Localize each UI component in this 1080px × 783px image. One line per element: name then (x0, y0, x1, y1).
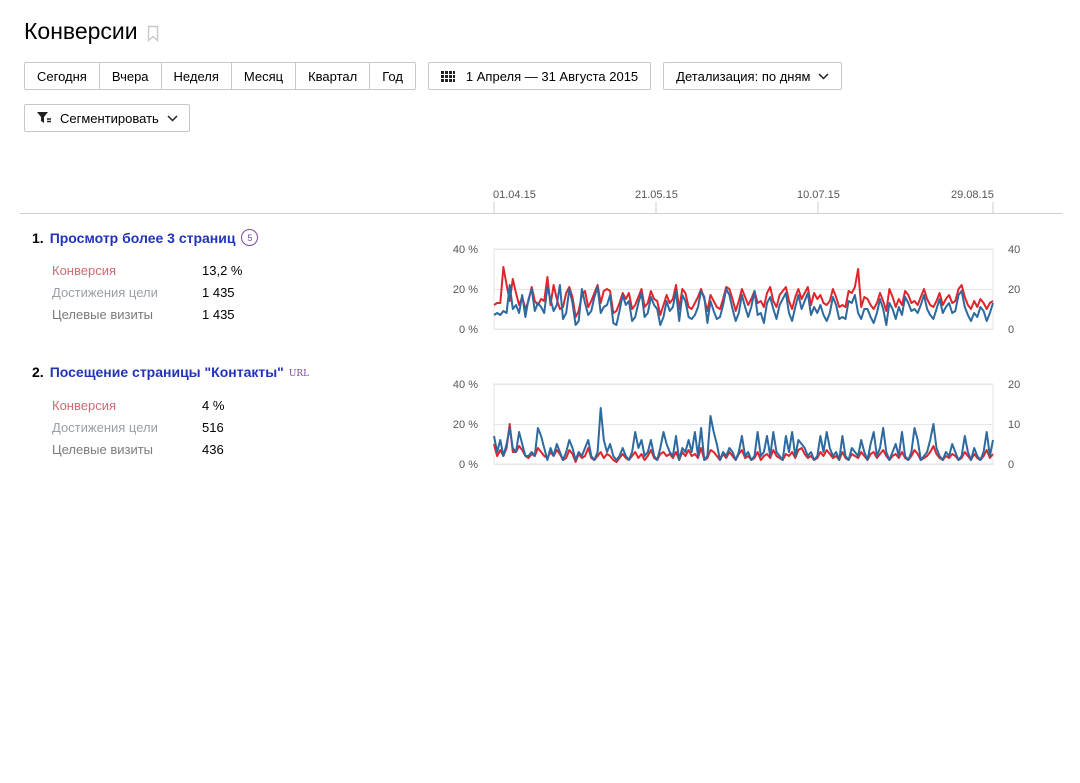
timeline-svg: 01.04.15 21.05.15 10.07.15 29.08.15 (20, 189, 1062, 214)
metric-label: Конверсия (52, 398, 117, 413)
chevron-down-icon (818, 72, 829, 80)
metric-value: 13,2 % (202, 263, 243, 278)
y-right-tick-label: 20 (1008, 284, 1020, 296)
metric-conversion: Конверсия 4 % (52, 398, 272, 420)
metric-conversion: Конверсия 13,2 % (52, 263, 272, 285)
metric-target-visits: Целевые визиты 1 435 (52, 307, 272, 329)
metric-value: 1 435 (202, 307, 235, 322)
y-left-tick-label: 20 % (453, 419, 478, 431)
chevron-down-icon (167, 114, 178, 122)
segment-row: Сегментировать (24, 104, 190, 132)
timeline-tick-label: 21.05.15 (635, 189, 678, 201)
metric-goal-reaches: Достижения цели 1 435 (52, 285, 272, 307)
metric-label: Достижения цели (52, 420, 158, 435)
goal-number: 1. (32, 229, 44, 246)
date-range-button[interactable]: 1 Апреля — 31 Августа 2015 (427, 62, 652, 90)
goal-title-link[interactable]: Просмотр более 3 страниц (50, 230, 236, 246)
metric-label: Целевые визиты (52, 307, 154, 322)
goal-2-chart: 40 % 20 20 % 10 0 % 0 (453, 379, 1020, 471)
period-yesterday-button[interactable]: Вчера (99, 63, 162, 89)
goal-header: 2. Посещение страницы "Контакты" URL (32, 364, 309, 380)
goal-number: 2. (32, 364, 44, 380)
goal-title-link[interactable]: Посещение страницы "Контакты" (50, 364, 284, 380)
period-quarter-button[interactable]: Квартал (296, 63, 371, 89)
period-month-button[interactable]: Месяц (231, 63, 297, 89)
toolbar: Сегодня Вчера Неделя Месяц Квартал Год 1… (24, 62, 843, 90)
y-left-tick-label: 40 % (453, 244, 478, 256)
y-right-tick-label: 10 (1008, 419, 1020, 431)
detail-dropdown[interactable]: Детализация: по дням (663, 62, 843, 90)
goal-header: 1. Просмотр более 3 страниц 5 (32, 229, 259, 246)
y-right-tick-label: 0 (1008, 324, 1014, 336)
goal-steps-badge: 5 (241, 229, 259, 246)
metric-label: Конверсия (52, 263, 117, 278)
goal-1-chart: 40 % 40 20 % 20 0 % 0 (453, 244, 1020, 336)
metric-goal-reaches: Достижения цели 516 (52, 420, 272, 442)
metric-value: 436 (202, 442, 224, 457)
segment-label: Сегментировать (60, 110, 159, 126)
y-right-tick-label: 20 (1008, 379, 1020, 391)
y-right-tick-label: 0 (1008, 459, 1014, 471)
metric-label: Достижения цели (52, 285, 158, 300)
goal-url-tag: URL (288, 368, 310, 379)
metric-label: Целевые визиты (52, 442, 154, 457)
bookmark-icon[interactable] (147, 25, 159, 42)
timeline-tick-label: 01.04.15 (493, 189, 536, 201)
goal-metrics: Конверсия 4 % Достижения цели 516 Целевы… (52, 398, 272, 464)
y-left-tick-label: 20 % (453, 284, 478, 296)
timeline-axis: 01.04.15 21.05.15 10.07.15 29.08.15 (0, 180, 1080, 220)
y-left-tick-label: 0 % (459, 459, 478, 471)
detail-label: Детализация: по дням (676, 68, 811, 84)
segment-button[interactable]: Сегментировать (24, 104, 190, 132)
title-row: Конверсии (24, 18, 159, 45)
goal-metrics: Конверсия 13,2 % Достижения цели 1 435 Ц… (52, 263, 272, 329)
timeline-tick-label: 10.07.15 (797, 189, 840, 201)
period-today-button[interactable]: Сегодня (25, 63, 100, 89)
y-left-tick-label: 40 % (453, 379, 478, 391)
period-year-button[interactable]: Год (370, 63, 415, 89)
y-left-tick-label: 0 % (459, 324, 478, 336)
metric-value: 1 435 (202, 285, 235, 300)
metric-value: 516 (202, 420, 224, 435)
period-button-group: Сегодня Вчера Неделя Месяц Квартал Год (24, 62, 416, 90)
funnel-icon (37, 112, 51, 123)
period-week-button[interactable]: Неделя (161, 63, 232, 89)
date-range-label: 1 Апреля — 31 Августа 2015 (465, 68, 639, 84)
page-title: Конверсии (24, 18, 138, 44)
calendar-grid-icon (440, 70, 455, 82)
timeline-tick-label-current: 29.08.15 (951, 189, 994, 201)
y-right-tick-label: 40 (1008, 244, 1020, 256)
metric-target-visits: Целевые визиты 436 (52, 442, 272, 464)
metric-value: 4 % (202, 398, 225, 413)
